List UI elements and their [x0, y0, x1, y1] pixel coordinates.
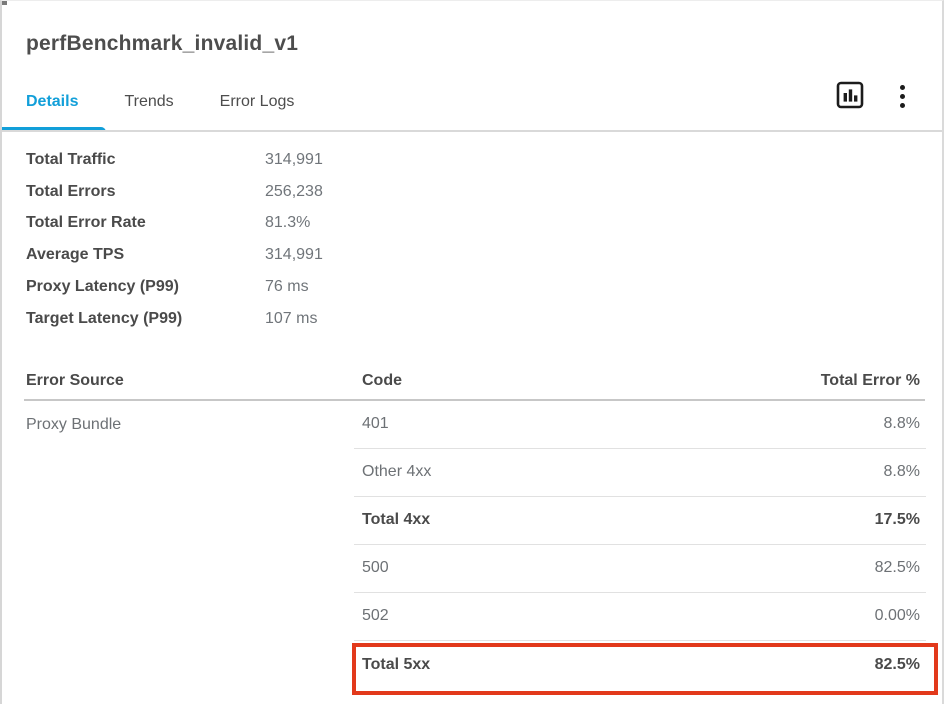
- table-row-total-5xx: Total 5xx 82.5%: [354, 641, 926, 689]
- highlight-annotation-box: [352, 643, 938, 695]
- stat-label: Total Errors: [26, 183, 265, 201]
- code-cell: 401: [354, 415, 389, 433]
- stat-value: 81.3%: [265, 214, 310, 232]
- pct-cell: 82.5%: [875, 656, 926, 674]
- stat-label: Average TPS: [26, 246, 265, 264]
- tab-bar: Details Trends Error Logs: [2, 57, 942, 132]
- stat-total-traffic: Total Traffic 314,991: [26, 144, 918, 176]
- code-rows-column: 401 8.8% Other 4xx 8.8% Total 4xx 17.5% …: [354, 401, 926, 689]
- tab-error-logs[interactable]: Error Logs: [220, 91, 295, 113]
- stat-average-tps: Average TPS 314,991: [26, 239, 918, 271]
- stat-value: 76 ms: [265, 278, 309, 296]
- code-cell: 500: [354, 559, 389, 577]
- stat-value: 107 ms: [265, 310, 317, 328]
- table-row-401: 401 8.8%: [354, 401, 926, 449]
- page-title: perfBenchmark_invalid_v1: [26, 30, 918, 57]
- pct-cell: 8.8%: [884, 463, 926, 481]
- table-header-row: Error Source Code Total Error %: [2, 363, 942, 399]
- stat-value: 314,991: [265, 151, 323, 169]
- stat-total-errors: Total Errors 256,238: [26, 176, 918, 208]
- summary-stats: Total Traffic 314,991 Total Errors 256,2…: [2, 132, 942, 335]
- error-breakdown-table: Error Source Code Total Error % Proxy Bu…: [2, 363, 942, 689]
- stat-target-latency: Target Latency (P99) 107 ms: [26, 303, 918, 335]
- column-header-code: Code: [354, 372, 821, 390]
- table-row-500: 500 82.5%: [354, 545, 926, 593]
- overflow-menu-button[interactable]: [886, 81, 918, 113]
- code-cell: Total 5xx: [354, 656, 430, 674]
- stat-label: Total Traffic: [26, 151, 265, 169]
- stat-proxy-latency: Proxy Latency (P99) 76 ms: [26, 271, 918, 303]
- code-cell: 502: [354, 607, 389, 625]
- report-details-page: { "page": { "title": "perfBenchmark_inva…: [0, 0, 944, 704]
- toolbar: [834, 81, 918, 123]
- stat-label: Target Latency (P99): [26, 310, 265, 328]
- code-cell: Other 4xx: [354, 463, 431, 481]
- bar-chart-icon: [835, 80, 865, 113]
- error-source-column: Proxy Bundle: [2, 401, 354, 689]
- chart-view-button[interactable]: [834, 81, 866, 113]
- table-row-502: 502 0.00%: [354, 593, 926, 641]
- error-source-cell: Proxy Bundle: [26, 401, 354, 449]
- stat-total-error-rate: Total Error Rate 81.3%: [26, 208, 918, 240]
- column-header-error-source: Error Source: [26, 372, 354, 390]
- pct-cell: 8.8%: [884, 415, 926, 433]
- code-cell: Total 4xx: [354, 511, 430, 529]
- stat-value: 256,238: [265, 183, 323, 201]
- tab-bar-divider: [2, 130, 942, 132]
- stat-label: Proxy Latency (P99): [26, 278, 265, 296]
- kebab-menu-icon: [900, 85, 905, 108]
- stat-label: Total Error Rate: [26, 214, 265, 232]
- pct-cell: 0.00%: [875, 607, 926, 625]
- pct-cell: 17.5%: [875, 511, 926, 529]
- table-row-total-4xx: Total 4xx 17.5%: [354, 497, 926, 545]
- window-corner: [2, 1, 7, 5]
- tab-trends[interactable]: Trends: [124, 91, 173, 113]
- table-body: Proxy Bundle 401 8.8% Other 4xx 8.8% Tot…: [2, 401, 942, 689]
- pct-cell: 82.5%: [875, 559, 926, 577]
- page-header: perfBenchmark_invalid_v1: [2, 1, 942, 57]
- stat-value: 314,991: [265, 246, 323, 264]
- column-header-total-error-pct: Total Error %: [821, 372, 942, 390]
- tab-details[interactable]: Details: [26, 91, 78, 113]
- table-row-other-4xx: Other 4xx 8.8%: [354, 449, 926, 497]
